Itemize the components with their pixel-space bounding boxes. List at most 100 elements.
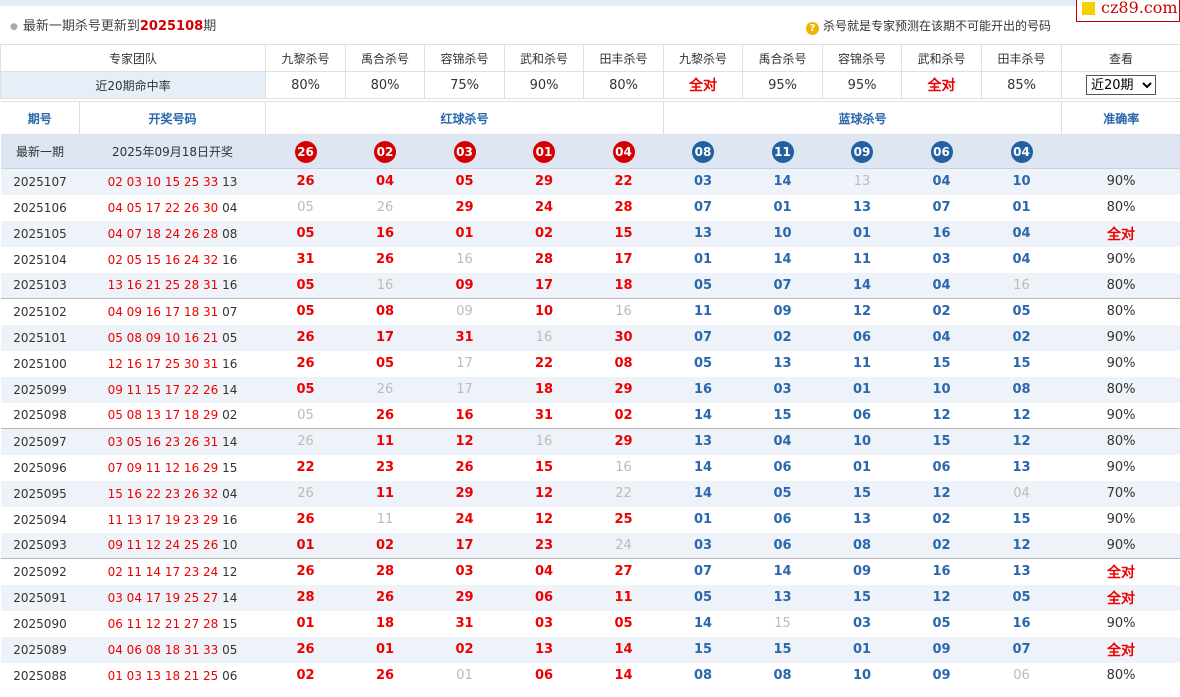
red-kill-number: 11 (345, 480, 425, 507)
blue-kill-number: 03 (852, 616, 872, 631)
site-logo[interactable]: cz89.com (1076, 0, 1180, 22)
red-kill-number: 23 (375, 460, 395, 475)
blue-kill-number: 06 (822, 324, 902, 351)
accuracy-value: 全对 (1061, 584, 1180, 611)
red-kill-number: 15 (583, 220, 664, 247)
blue-kill-number: 04 (981, 480, 1062, 507)
view-label: 查看 (1061, 44, 1180, 72)
blue-kill-number: 06 (852, 407, 872, 423)
red-kill-number: 09 (424, 272, 505, 299)
issue-number: 2025089 (0, 636, 80, 663)
hit-rate: 80% (583, 71, 665, 99)
blue-kill-number: 12 (822, 298, 902, 325)
red-kill-number: 26 (265, 636, 346, 663)
blue-kill-number: 05 (981, 298, 1062, 325)
draw-header: 开奖号码 (79, 101, 267, 135)
draw-numbers: 05 08 09 10 16 21 05 (79, 324, 266, 351)
draw-numbers: 04 09 16 17 18 31 07 (79, 298, 266, 325)
top-bar: ● 最新一期杀号更新到2025108期 ? 杀号就是专家预测在该期不可能开出的号码 (0, 6, 1180, 44)
table-row: 2025105 04 07 18 24 26 28 08 05 16 01 02 15 13 1… (0, 220, 1180, 247)
blue-number: 02 (222, 408, 238, 423)
draw-numbers: 03 04 17 19 25 27 14 (79, 584, 266, 611)
red-kill-number: 05 (297, 407, 314, 423)
red-kill-number: 01 (345, 636, 425, 663)
red-kill-number: 23 (504, 532, 584, 559)
blue-number: 08 (222, 226, 238, 241)
blue-number: 14 (222, 434, 238, 449)
table-row: 2025104 02 05 15 16 24 32 16 31 26 16 28 17 01 1… (1, 247, 1180, 273)
hit-rate: 95% (822, 71, 903, 99)
hit-rate: 80% (345, 71, 426, 99)
blue-kill-number: 12 (932, 407, 951, 423)
blue-kill-number: 05 (932, 616, 951, 631)
rate-label: 近20期命中率 (0, 71, 267, 99)
blue-kill-number: 01 (822, 220, 902, 247)
update-suffix: 期 (203, 19, 217, 34)
blue-kill-number: 07 (663, 324, 743, 351)
red-kill-number: 16 (345, 272, 425, 299)
blue-ball: 04 (1010, 140, 1033, 163)
blue-kill-number: 08 (693, 668, 713, 683)
issue-number: 2025104 (13, 252, 67, 267)
red-ball: 26 (294, 140, 317, 163)
blue-kill-number: 13 (773, 356, 792, 371)
red-numbers: 03 05 16 23 26 31 (107, 434, 219, 449)
blue-kill-number: 13 (1012, 460, 1031, 475)
blue-kill-number: 02 (901, 532, 982, 559)
red-kill-number: 26 (265, 480, 346, 507)
draw-numbers: 05 08 13 17 18 29 02 (80, 403, 266, 429)
blue-kill-number: 14 (693, 460, 713, 475)
table-row: 2025088 01 03 13 18 21 25 06 02 26 01 06 14 08 0… (1, 663, 1180, 689)
expert-name: 田丰杀号 (981, 44, 1063, 72)
red-kill-number: 17 (504, 272, 584, 299)
blue-kill-number: 07 (693, 200, 713, 215)
blue-kill-number: 12 (901, 584, 982, 611)
draw-numbers: 06 11 12 21 27 28 15 (80, 611, 266, 637)
issue-header: 期号 (0, 101, 80, 135)
blue-kill-number: 10 (742, 220, 823, 247)
hit-rate: 85% (981, 71, 1063, 99)
red-numbers: 01 03 13 18 21 25 (107, 668, 219, 683)
period-select[interactable]: 近20期 (1086, 75, 1157, 95)
blue-number: 05 (222, 642, 238, 657)
table-row: 2025096 07 09 11 12 16 29 15 22 23 26 15 16 14 0… (1, 455, 1180, 481)
red-kill-number: 28 (614, 200, 633, 215)
latest-row: 最新一期 2025年09月18日开奖 26 02 03 01 04 08 11 … (0, 134, 1180, 169)
red-kill-number: 26 (296, 356, 315, 371)
latest-accuracy (1061, 134, 1180, 169)
red-kill-number: 01 (456, 668, 473, 683)
expert-name: 武和杀号 (504, 44, 585, 72)
blue-kill-number: 15 (822, 584, 902, 611)
blue-number: 04 (222, 200, 238, 215)
blue-ball: 06 (930, 140, 953, 163)
red-kill-number: 02 (504, 220, 584, 247)
red-kill-number: 11 (345, 428, 425, 455)
red-kill-number: 26 (455, 460, 474, 475)
red-kill-number: 26 (265, 428, 346, 455)
draw-numbers: 04 07 18 24 26 28 08 (79, 220, 266, 247)
red-kill-number: 05 (265, 298, 346, 325)
red-kill-number: 31 (296, 252, 315, 267)
hit-rate-row: 近20期命中率 80% 80% 75% 90% 80% 全对 95% 95% 全… (0, 71, 1180, 99)
red-kill-number: 18 (504, 376, 584, 403)
accuracy-value: 90% (1106, 616, 1136, 631)
blue-kill-number: 03 (663, 532, 743, 559)
red-kill-number: 16 (345, 220, 425, 247)
draw-numbers: 04 06 08 18 31 33 05 (79, 636, 266, 663)
accuracy-value: 90% (1106, 512, 1136, 527)
blue-kill-number: 15 (901, 428, 982, 455)
red-kill-number: 03 (424, 558, 505, 585)
red-kill-number: 08 (345, 298, 425, 325)
bullet-icon: ● (10, 22, 18, 32)
issue-number: 2025101 (0, 324, 80, 351)
red-kill-number: 26 (375, 407, 395, 423)
red-kill-number: 25 (614, 512, 633, 527)
red-kill-number: 16 (456, 252, 473, 267)
blue-kill-number: 11 (663, 298, 743, 325)
accuracy-value: 90% (1061, 324, 1180, 351)
red-kill-number: 26 (265, 558, 346, 585)
hit-rate: 75% (424, 71, 506, 99)
red-kill-number: 18 (375, 616, 395, 631)
blue-kill-number: 12 (981, 532, 1062, 559)
accuracy-value: 90% (1106, 356, 1136, 371)
